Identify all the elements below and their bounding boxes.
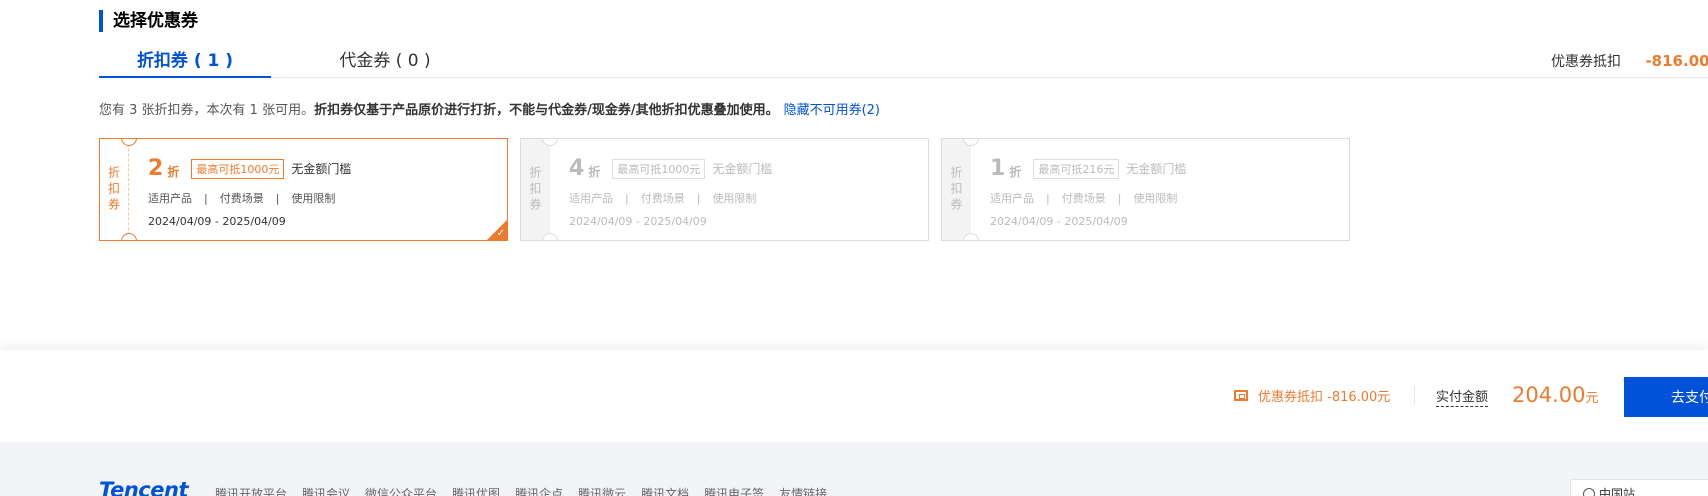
- actual-payment-value: 204.00: [1512, 383, 1586, 407]
- max-deduction-badge: 最高可抵216元: [1033, 158, 1120, 179]
- divider: [1414, 386, 1415, 404]
- tab-discount-coupon[interactable]: 折扣券 ( 1 ): [99, 46, 271, 78]
- separator: |: [1117, 192, 1122, 205]
- language-selector[interactable]: 中国站: [1570, 479, 1708, 496]
- notice-text: 您有 3 张折扣券，本次有 1 张可用。: [99, 103, 315, 118]
- page: 选择优惠券 折扣券 ( 1 ) 代金券 ( 0 ) 优惠券抵扣 -816.00元…: [0, 0, 1708, 496]
- payment-scenario-link[interactable]: 付费场景: [220, 192, 264, 205]
- footer-link[interactable]: 腾讯开放平台: [215, 485, 287, 496]
- card-notch: [963, 233, 979, 240]
- notice-rule: 折扣券仅基于产品原价进行打折，不能与代金券/现金券/其他折扣优惠叠加使用。: [314, 103, 779, 118]
- currency-unit: 元: [1585, 391, 1599, 406]
- section-title: 选择优惠券: [99, 10, 198, 32]
- threshold-text: 无金额门槛: [291, 162, 352, 176]
- usage-limit-link[interactable]: 使用限制: [291, 192, 335, 205]
- separator: |: [275, 192, 280, 205]
- threshold-text: 无金额门槛: [1126, 162, 1187, 176]
- usage-limit-link: 使用限制: [1133, 192, 1178, 205]
- pay-coupon-deduction: 优惠券抵扣 -816.00元: [1234, 386, 1390, 405]
- coupon-type-label: 折扣券: [942, 139, 971, 240]
- separator: |: [625, 192, 629, 205]
- footer-link[interactable]: 腾讯电子签: [704, 485, 764, 496]
- footer: Tencent 腾讯开放平台 腾讯会议 微信公众平台 腾讯优图 腾讯企点 腾讯微…: [0, 442, 1708, 496]
- globe-icon: [1583, 488, 1595, 496]
- applicable-products-link: 适用产品: [569, 192, 613, 205]
- separator: |: [1046, 192, 1050, 205]
- payment-scenario-link: 付费场景: [640, 192, 685, 205]
- footer-link[interactable]: 腾讯微云: [578, 485, 626, 496]
- language-label: 中国站: [1599, 487, 1636, 496]
- coupon-card[interactable]: 折扣券 2 折 最高可抵1000元 无金额门槛 适用产品 | 付费场景 | 使用限制 2…: [99, 138, 508, 241]
- applicable-products-link[interactable]: 适用产品: [148, 192, 192, 205]
- actual-payment-label[interactable]: 实付金额: [1436, 386, 1489, 407]
- discount-value: 2: [148, 156, 164, 181]
- footer-link[interactable]: 腾讯企点: [515, 485, 563, 496]
- footer-link[interactable]: 友情链接: [779, 485, 827, 496]
- pay-coupon-text: 优惠券抵扣 -816.00元: [1258, 390, 1391, 405]
- discount-value: 1: [990, 156, 1006, 181]
- tencent-logo[interactable]: Tencent: [99, 478, 189, 496]
- payment-bar: 优惠券抵扣 -816.00元 实付金额 204.00元 去支付: [0, 352, 1708, 440]
- coupon-notice: 您有 3 张折扣券，本次有 1 张可用。折扣券仅基于产品原价进行打折，不能与代金…: [99, 99, 880, 118]
- footer-link[interactable]: 微信公众平台: [365, 485, 437, 496]
- separator: |: [204, 192, 208, 205]
- validity-dates: 2024/04/09 - 2025/04/09: [990, 215, 1128, 228]
- footer-link[interactable]: 腾讯会议: [302, 485, 350, 496]
- ticket-icon: [1234, 390, 1248, 401]
- coupon-deduction-amount: -816.00元: [1645, 52, 1708, 70]
- footer-link[interactable]: 腾讯优图: [452, 485, 500, 496]
- validity-dates: 2024/04/09 - 2025/04/09: [569, 215, 707, 228]
- card-notch: [121, 233, 137, 240]
- usage-limit-link: 使用限制: [712, 192, 757, 205]
- footer-link[interactable]: 腾讯文档: [641, 485, 689, 496]
- pay-button[interactable]: 去支付: [1624, 377, 1708, 417]
- discount-value: 4: [569, 156, 585, 181]
- tab-cash-coupon[interactable]: 代金券 ( 0 ): [299, 46, 471, 78]
- separator: |: [696, 192, 701, 205]
- discount-unit: 折: [167, 165, 180, 179]
- coupon-tabs: 折扣券 ( 1 ) 代金券 ( 0 ): [99, 46, 1708, 78]
- payment-scenario-link: 付费场景: [1061, 192, 1106, 205]
- check-icon: ✓: [496, 228, 505, 239]
- discount-unit: 折: [1009, 165, 1022, 179]
- footer-links: 腾讯开放平台 腾讯会议 微信公众平台 腾讯优图 腾讯企点 腾讯微云 腾讯文档 腾…: [215, 485, 842, 496]
- validity-dates: 2024/04/09 - 2025/04/09: [148, 215, 286, 228]
- card-notch: [542, 233, 558, 240]
- coupon-deduction-summary: 优惠券抵扣 -816.00元: [1551, 50, 1708, 71]
- coupon-deduction-label: 优惠券抵扣: [1551, 54, 1621, 70]
- threshold-text: 无金额门槛: [712, 162, 773, 176]
- max-deduction-badge: 最高可抵1000元: [612, 158, 706, 179]
- coupon-card: 折扣券 4 折 最高可抵1000元 无金额门槛 适用产品 | 付费场景 | 使用限制 2…: [520, 138, 929, 241]
- applicable-products-link: 适用产品: [990, 192, 1034, 205]
- actual-payment-amount: 204.00元: [1512, 383, 1599, 407]
- hide-unavailable-link[interactable]: 隐藏不可用券(2): [784, 103, 880, 118]
- coupon-type-label: 折扣券: [100, 139, 129, 240]
- max-deduction-badge: 最高可抵1000元: [191, 158, 285, 179]
- discount-unit: 折: [588, 165, 601, 179]
- coupon-card: 折扣券 1 折 最高可抵216元 无金额门槛 适用产品 | 付费场景 | 使用限制 20…: [941, 138, 1350, 241]
- coupon-type-label: 折扣券: [521, 139, 550, 240]
